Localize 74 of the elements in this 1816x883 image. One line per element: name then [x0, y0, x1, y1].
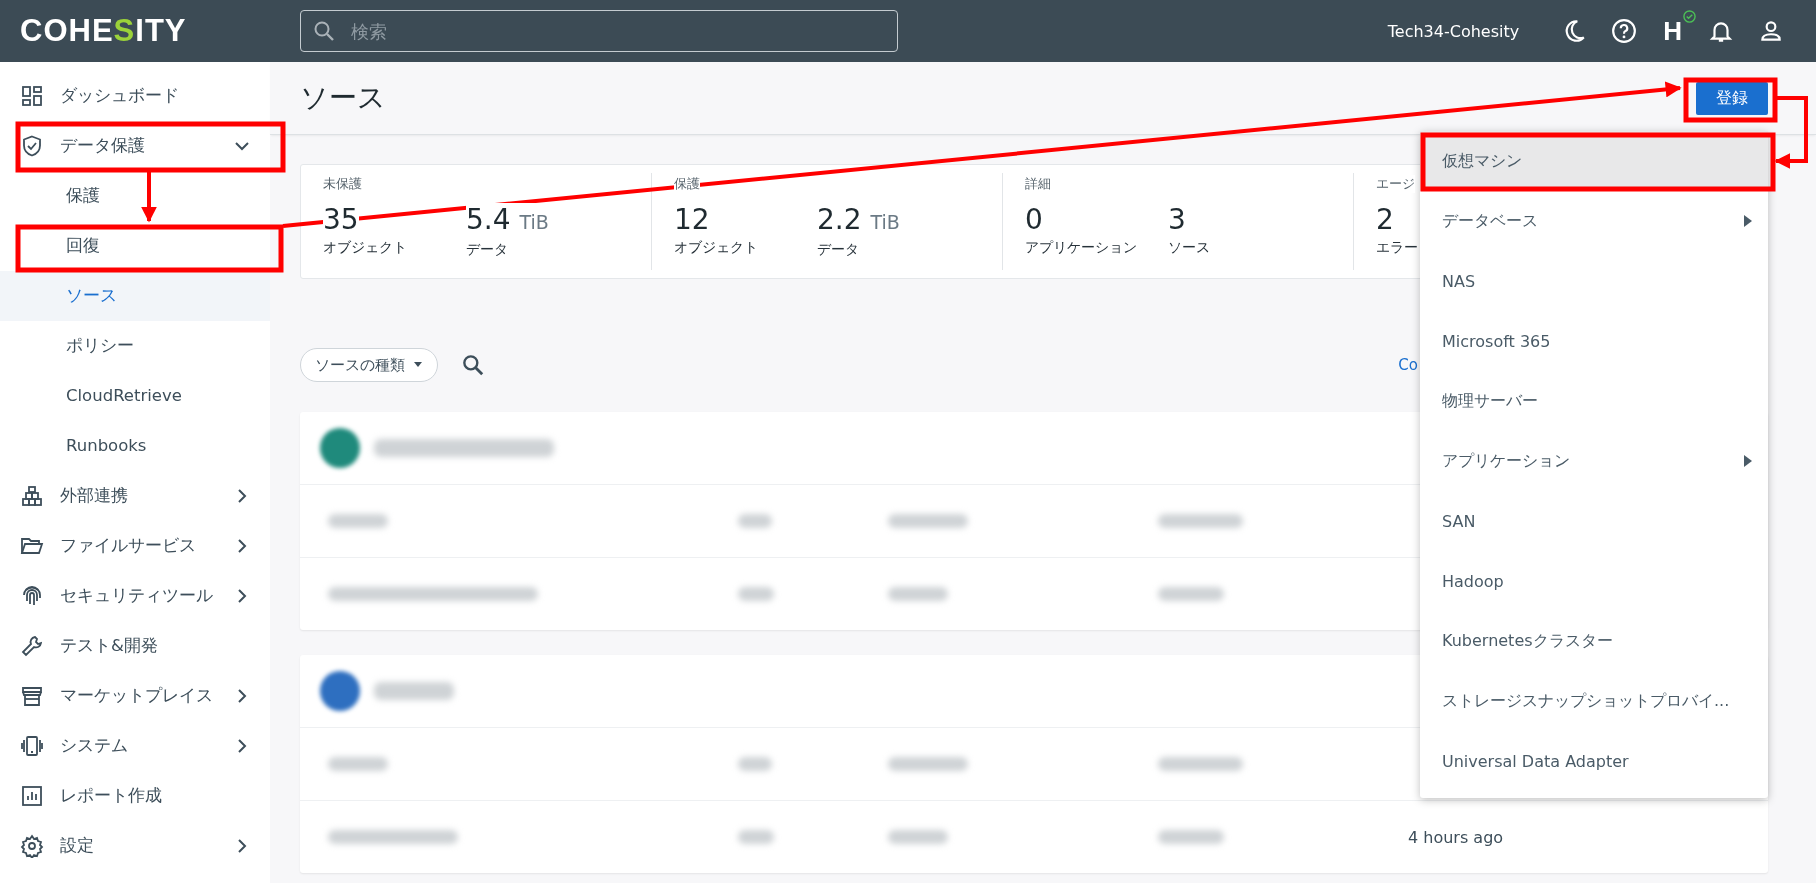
nav-icon — [20, 484, 44, 508]
sidebar-item[interactable]: ダッシュボード — [0, 71, 270, 121]
sidebar-subitem[interactable]: CloudRetrieve — [0, 371, 270, 421]
page-title: ソース — [300, 80, 386, 116]
stat-label: オブジェクト — [674, 239, 758, 257]
stat-title: エージ — [1376, 175, 1415, 193]
sidebar-item[interactable]: セキュリティツール — [0, 571, 270, 621]
blurred-text — [328, 757, 388, 771]
stat-label: エラー — [1376, 239, 1418, 257]
stat-label: アプリケーション — [1025, 239, 1137, 257]
sidebar-item[interactable]: マーケットプレイス — [0, 671, 270, 721]
last-updated: 4 hours ago — [1408, 827, 1505, 847]
menu-item[interactable]: ストレージスナップショットプロバイ... — [1420, 671, 1768, 731]
blurred-text — [738, 587, 774, 601]
caret-icon — [413, 362, 423, 368]
sidebar-subitem[interactable]: 回復 — [0, 221, 270, 271]
link[interactable]: Co — [1398, 356, 1418, 374]
search-icon — [312, 19, 336, 43]
nav-icon — [20, 584, 44, 608]
check-icon — [1683, 9, 1696, 23]
help-icon[interactable] — [1611, 18, 1638, 44]
stat-label: データ — [817, 241, 859, 259]
sidebar-item[interactable]: レポート作成 — [0, 771, 270, 821]
nav-icon — [20, 684, 44, 708]
blurred-text — [738, 757, 772, 771]
blurred-text — [888, 587, 948, 601]
sidebar-subitem[interactable]: Runbooks — [0, 421, 270, 471]
submenu-arrow-icon — [1744, 455, 1752, 467]
menu-item[interactable]: アプリケーション — [1420, 431, 1768, 491]
blurred-text — [888, 830, 948, 844]
filter-dropdown[interactable]: ソースの種類 — [300, 348, 438, 382]
nav-icon — [20, 634, 44, 658]
menu-item[interactable]: Hadoop — [1420, 551, 1768, 611]
sidebar-subitem[interactable]: ソース — [0, 271, 270, 321]
menu-item[interactable]: データベース — [1420, 191, 1768, 251]
search-icon[interactable] — [460, 352, 486, 378]
sidebar-item[interactable]: 外部連携 — [0, 471, 270, 521]
menu-item[interactable]: Microsoft 365 — [1420, 311, 1768, 371]
sidebar-item[interactable]: データ保護 — [0, 121, 270, 171]
logo: COHESITY — [20, 13, 188, 49]
menu-item[interactable]: NAS — [1420, 251, 1768, 311]
sidebar-item[interactable]: 設定 — [0, 821, 270, 871]
nav-icon — [20, 734, 44, 758]
stat-label: オブジェクト — [323, 239, 407, 257]
menu-item[interactable]: SAN — [1420, 491, 1768, 551]
search-field[interactable]: 検索 — [300, 10, 898, 52]
menu-item[interactable]: Universal Data Adapter — [1420, 731, 1768, 791]
user-icon[interactable] — [1758, 18, 1784, 44]
annotation-arrow — [141, 172, 157, 223]
menu-item[interactable]: 物理サーバー — [1420, 371, 1768, 431]
health-status[interactable]: H — [1663, 15, 1682, 47]
sidebar-item[interactable]: テスト&開発 — [0, 621, 270, 671]
stat-title: 保護 — [674, 175, 700, 193]
nav-icon — [20, 134, 44, 158]
sidebar-item[interactable]: システム — [0, 721, 270, 771]
sidebar-subitem[interactable]: ポリシー — [0, 321, 270, 371]
nav-icon — [20, 834, 44, 858]
blurred-text — [328, 514, 388, 528]
stat-title: 未保護 — [323, 175, 362, 193]
menu-item[interactable]: Kubernetesクラスター — [1420, 611, 1768, 671]
register-button[interactable]: 登録 — [1696, 81, 1768, 115]
cluster-name[interactable]: Tech34-Cohesity — [1387, 21, 1520, 41]
stat-title: 詳細 — [1025, 175, 1051, 193]
blurred-text — [1158, 830, 1224, 844]
blurred-text — [738, 830, 774, 844]
sidebar-item[interactable]: ファイルサービス — [0, 521, 270, 571]
blurred-text — [738, 514, 772, 528]
blurred-text — [1158, 587, 1224, 601]
stat-label: ソース — [1168, 239, 1210, 257]
sidebar-subitem[interactable]: 保護 — [0, 171, 270, 221]
submenu-arrow-icon — [1744, 215, 1752, 227]
nav-icon — [20, 784, 44, 808]
stat-label: データ — [466, 241, 508, 259]
nav-icon — [20, 84, 44, 108]
